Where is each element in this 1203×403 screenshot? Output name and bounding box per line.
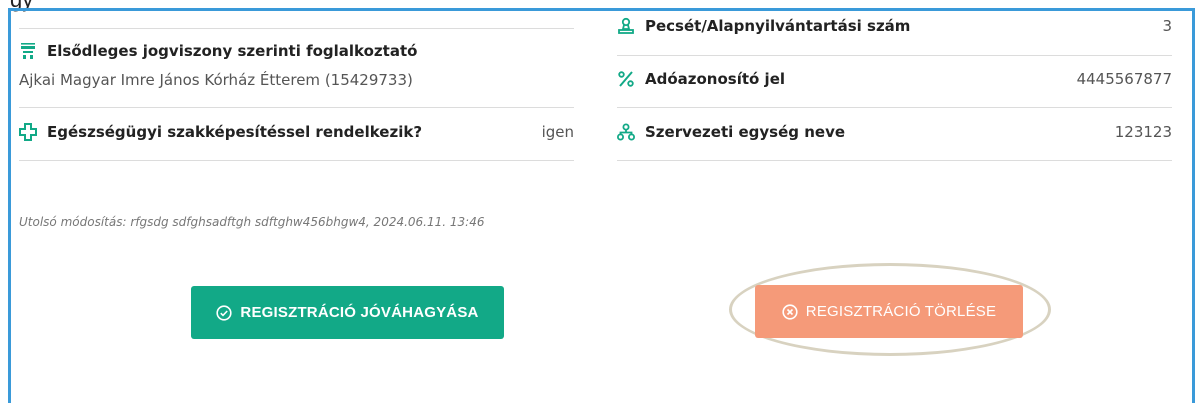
- tax-label: Adóazonosító jel: [645, 70, 786, 88]
- unit-row: Szervezeti egység neve 123123: [617, 123, 1172, 141]
- qualification-value: igen: [541, 123, 574, 141]
- window-frame-top: gy: [0, 0, 1203, 13]
- divider: [19, 160, 574, 161]
- unit-label: Szervezeti egység neve: [645, 123, 846, 141]
- stamp-row: Pecsét/Alapnyilvántartási szám 3: [617, 17, 1172, 35]
- qualification-label: Egészségügyi szakképesítéssel rendelkezi…: [47, 123, 423, 141]
- sitemap-icon: [617, 123, 635, 141]
- cut-off-heading: gy: [10, 0, 33, 13]
- tax-value: 4445567877: [1076, 70, 1172, 88]
- qualification-row: Egészségügyi szakképesítéssel rendelkezi…: [19, 123, 574, 141]
- divider: [617, 107, 1172, 108]
- employer-label: Elsődleges jogviszony szerinti foglalkoz…: [47, 42, 418, 60]
- percent-icon: [617, 70, 635, 88]
- plus-cross-icon: [19, 123, 37, 141]
- stamp-icon: [617, 17, 635, 35]
- tax-row: Adóazonosító jel 4445567877: [617, 70, 1172, 88]
- frame-line: [8, 8, 1195, 11]
- approve-registration-button[interactable]: REGISZTRÁCIÓ JÓVÁHAGYÁSA: [191, 286, 504, 339]
- employer-value: Ajkai Magyar Imre János Kórház Étterem (…: [19, 71, 413, 89]
- stamp-label: Pecsét/Alapnyilvántartási szám: [645, 17, 911, 35]
- building-icon: [19, 42, 37, 60]
- frame-right-border: [1192, 8, 1195, 403]
- divider: [617, 55, 1172, 56]
- unit-value: 123123: [1114, 123, 1172, 141]
- approve-button-label: REGISZTRÁCIÓ JÓVÁHAGYÁSA: [240, 304, 479, 321]
- employer-value-row: Ajkai Magyar Imre János Kórház Étterem (…: [19, 71, 413, 89]
- divider: [19, 28, 574, 29]
- divider: [19, 107, 574, 108]
- frame-left-border: [8, 8, 11, 403]
- delete-button-label: REGISZTRÁCIÓ TÖRLÉSE: [805, 303, 997, 320]
- x-circle-icon: [782, 303, 798, 320]
- check-circle-icon: [216, 304, 233, 321]
- divider: [617, 160, 1172, 161]
- delete-registration-button[interactable]: REGISZTRÁCIÓ TÖRLÉSE: [755, 285, 1023, 338]
- employer-row: Elsődleges jogviszony szerinti foglalkoz…: [19, 42, 417, 60]
- stamp-value: 3: [1162, 17, 1172, 35]
- last-modified-text: Utolsó módosítás: rfgsdg sdfghsadftgh sd…: [19, 215, 485, 229]
